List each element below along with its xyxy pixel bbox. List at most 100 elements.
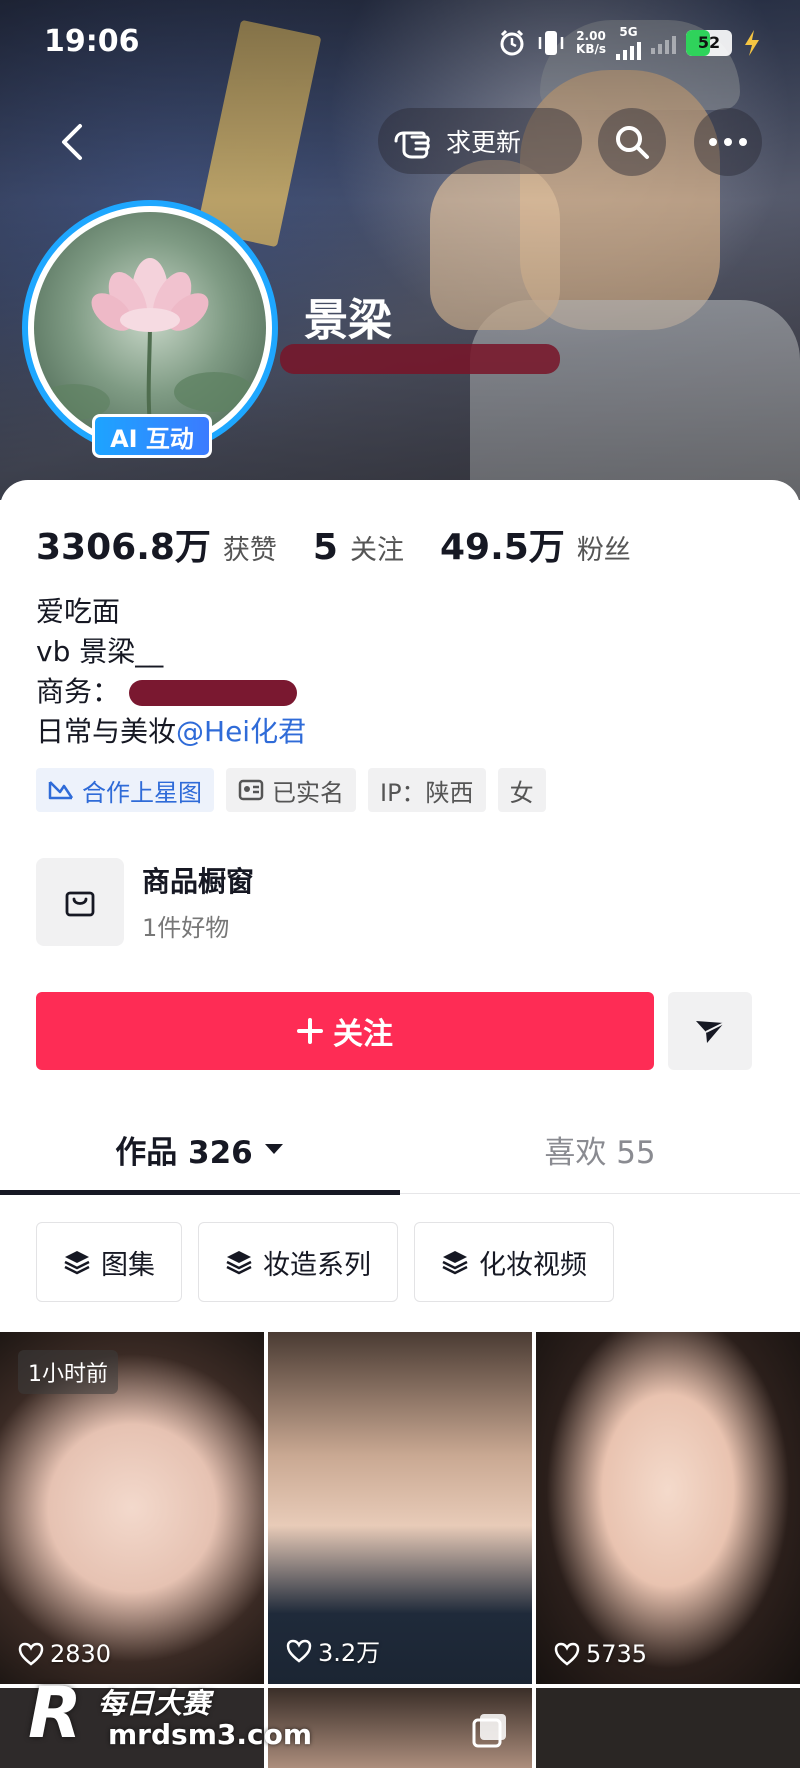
alarm-icon [500, 29, 524, 56]
stat-following-label: 关注 [349, 535, 404, 566]
watermark: R 每日大赛 mrdsm3.com [28, 1672, 348, 1762]
heart-icon [18, 1642, 44, 1666]
pointing-hand-icon [394, 131, 430, 159]
bio-line-1: 爱吃面 [36, 595, 121, 628]
video-thumbnail-partial[interactable] [536, 1688, 800, 1768]
request-update-label: 求更新 [446, 128, 522, 157]
profile-tags: 合作上星图 已实名 IP：陕西 女 [36, 768, 546, 812]
search-icon [616, 126, 649, 159]
profile-bio: 爱吃面 vb 景梁__ 商务： 日常与美妆@Hei化君 [36, 592, 306, 752]
tab-likes[interactable]: 喜欢 55 [400, 1104, 800, 1194]
video-likes: 3.2万 [286, 1633, 380, 1668]
status-time: 19:06 [44, 24, 140, 59]
video-thumbnail-image [536, 1332, 800, 1684]
stat-followers-label: 粉丝 [576, 535, 631, 566]
heart-icon [286, 1639, 312, 1663]
send-message-button[interactable] [668, 992, 752, 1070]
signal-icon [616, 38, 641, 60]
video-likes-count: 2830 [50, 1640, 112, 1668]
tag-ip-location: IP：陕西 [368, 768, 486, 812]
follow-button-label: 关注 [333, 1017, 393, 1052]
tag-star-chart[interactable]: 合作上星图 [36, 768, 214, 812]
watermark-logo: R [28, 1672, 82, 1754]
network-speed-unit: KB/s [576, 42, 606, 56]
charging-icon [745, 30, 759, 56]
stat-following[interactable]: 5 关注 [313, 527, 404, 568]
active-tab-indicator [0, 1190, 400, 1195]
stat-likes-value: 3306.8万 [36, 527, 211, 568]
bio-mention-link[interactable]: @Hei化君 [176, 715, 306, 748]
tag-star-chart-label: 合作上星图 [82, 778, 202, 807]
profile-card: 3306.8万 获赞 5 关注 49.5万 粉丝 爱吃面 vb 景梁__ 商务：… [0, 480, 800, 1768]
ai-interaction-badge[interactable]: AI 互动 [92, 414, 212, 458]
network-type: 5G [616, 26, 641, 60]
shop-window-entry[interactable]: 商品橱窗 1件好物 [36, 858, 736, 948]
video-thumbnail[interactable]: 5735 [536, 1332, 800, 1684]
tab-works[interactable]: 作品 326 [0, 1104, 400, 1194]
tab-likes-label: 喜欢 55 [544, 1134, 656, 1171]
collection-makeup-videos[interactable]: 化妆视频 [414, 1222, 614, 1302]
tag-gender-label: 女 [509, 778, 534, 807]
watermark-url: mrdsm3.com [108, 1718, 312, 1751]
stat-likes-label: 获赞 [222, 535, 277, 566]
bio-line-3: 商务： [36, 672, 306, 712]
multi-image-icon [472, 1714, 506, 1748]
video-likes-count: 5735 [586, 1640, 648, 1668]
bio-business-label: 商务： [36, 675, 121, 708]
search-button[interactable] [598, 108, 666, 176]
video-likes: 2830 [18, 1640, 111, 1668]
bio-line-2: vb 景梁__ [36, 635, 164, 668]
network-speed: 2.00 KB/s [576, 30, 606, 56]
stat-likes[interactable]: 3306.8万 获赞 [36, 518, 277, 570]
watermark-title: 每日大赛 [98, 1687, 211, 1720]
star-chart-icon [48, 781, 74, 800]
video-thumbnail-image [268, 1332, 532, 1684]
bio-line-4-text: 日常与美妆 [36, 715, 177, 748]
redacted-subtitle [280, 344, 560, 374]
shop-icon-box [36, 858, 124, 946]
back-button[interactable] [48, 116, 94, 168]
bio-line-4: 日常与美妆@Hei化君 [36, 712, 306, 752]
tab-works-label: 作品 326 [115, 1134, 253, 1171]
tag-verified[interactable]: 已实名 [226, 768, 356, 812]
follow-button[interactable]: 关注 [36, 992, 654, 1070]
collection-chips: 图集 妆造系列 化妆视频 [36, 1222, 614, 1302]
stat-followers-value: 49.5万 [439, 527, 565, 568]
tag-ip-label: IP：陕西 [380, 778, 474, 807]
avatar-image [34, 212, 266, 444]
signal-secondary-icon [651, 32, 676, 54]
video-thumbnail[interactable]: 1小时前 2830 [0, 1332, 264, 1684]
lotus-flower-image [38, 258, 254, 444]
collection-makeup-videos-label: 化妆视频 [479, 1249, 587, 1281]
collection-album-label: 图集 [101, 1249, 155, 1281]
shopping-bag-icon [65, 891, 95, 917]
collection-album[interactable]: 图集 [36, 1222, 182, 1302]
layers-icon [442, 1251, 468, 1275]
status-icons: 2.00 KB/s 5G 52 [498, 26, 762, 60]
video-thumbnail[interactable]: 3.2万 [268, 1332, 532, 1684]
battery-level: 52 [697, 33, 721, 52]
layers-icon [226, 1251, 252, 1275]
shop-subtitle: 1件好物 [142, 914, 230, 942]
send-icon [696, 1021, 725, 1043]
video-time-badge: 1小时前 [18, 1350, 118, 1394]
collection-makeup-series-label: 妆造系列 [263, 1249, 371, 1281]
stat-following-value: 5 [312, 527, 338, 568]
heart-icon [554, 1642, 580, 1666]
id-card-icon [238, 779, 264, 801]
caret-down-icon [264, 1144, 283, 1154]
more-dots-icon [709, 138, 747, 146]
vibrate-icon [538, 31, 564, 55]
tag-gender: 女 [497, 768, 546, 812]
more-button[interactable] [694, 108, 762, 176]
redacted-business-contact [128, 680, 297, 706]
request-update-button[interactable]: 求更新 [378, 108, 582, 174]
network-type-label: 5G [619, 25, 638, 39]
status-bar: 19:06 2.00 KB/s 5G 52 [0, 0, 800, 86]
video-likes: 5735 [554, 1640, 647, 1668]
video-likes-count: 3.2万 [318, 1639, 381, 1667]
stat-followers[interactable]: 49.5万 粉丝 [440, 518, 631, 570]
content-tabs: 作品 326 喜欢 55 [0, 1104, 800, 1195]
tag-verified-label: 已实名 [272, 778, 344, 807]
collection-makeup-series[interactable]: 妆造系列 [198, 1222, 398, 1302]
